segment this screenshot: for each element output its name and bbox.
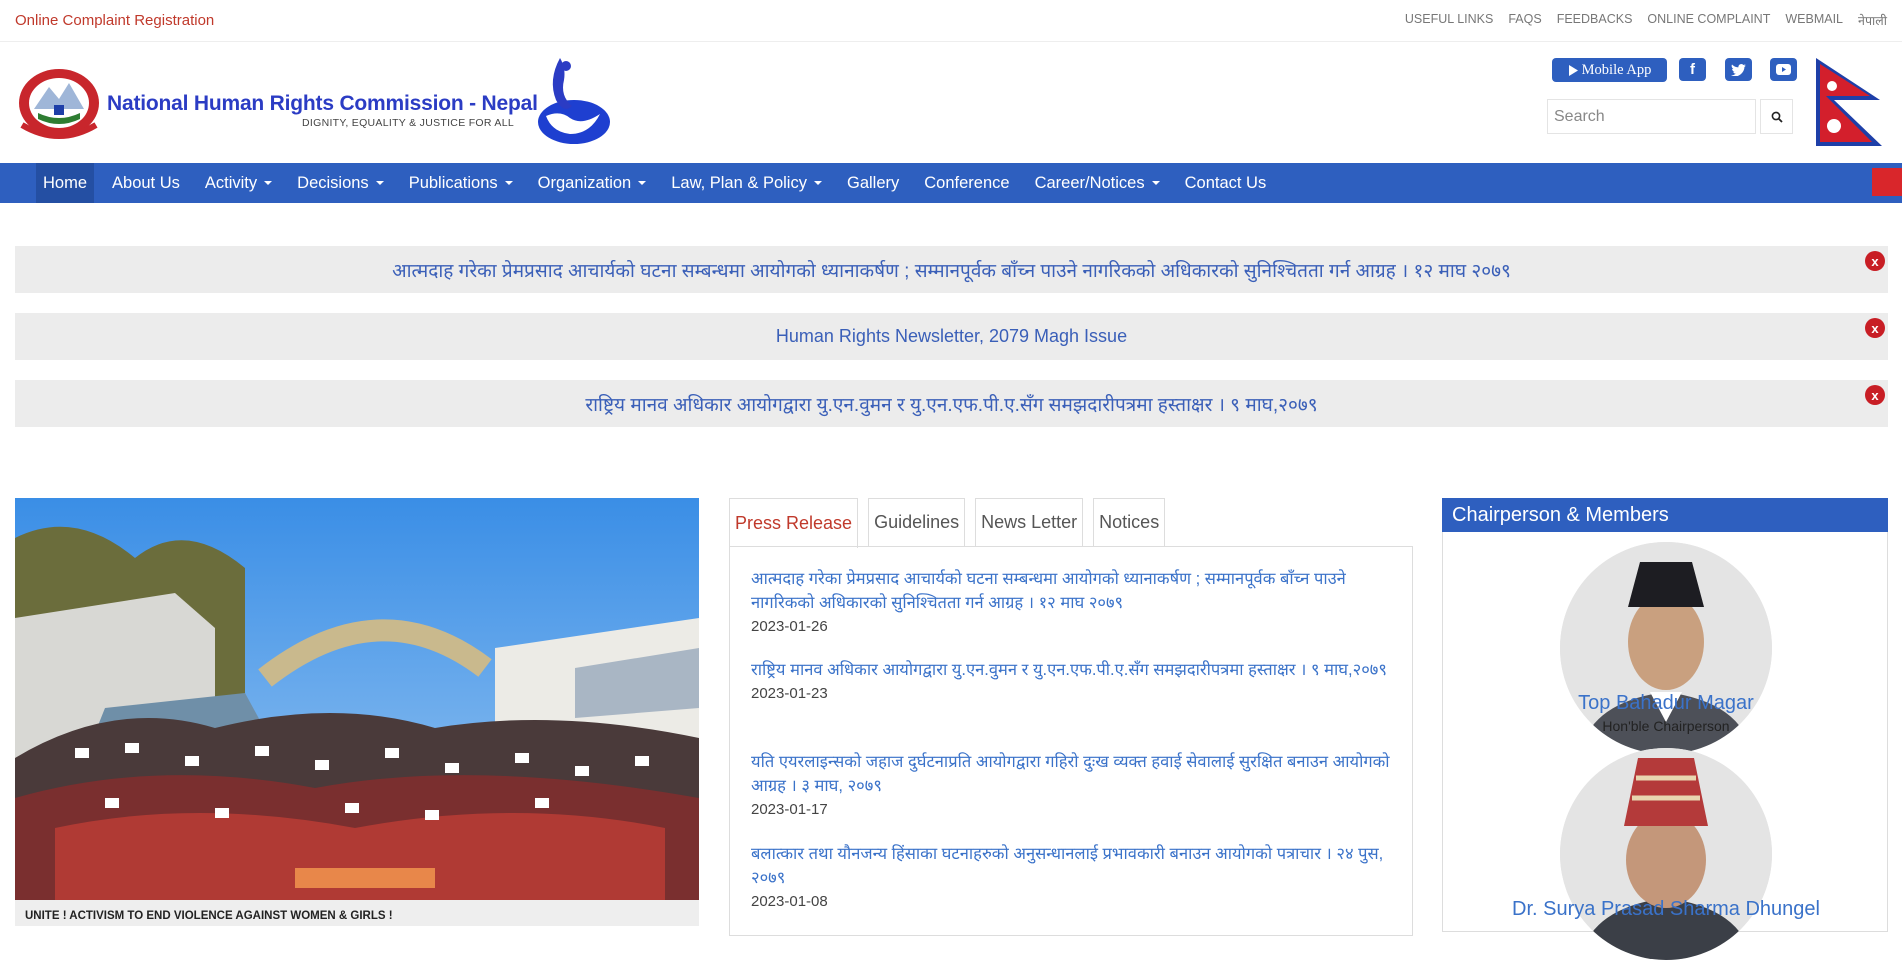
feedbacks-link[interactable]: FEEDBACKS	[1557, 12, 1633, 29]
notice-banner: Human Rights Newsletter, 2079 Magh Issue…	[15, 313, 1888, 360]
tab-notices[interactable]: Notices	[1093, 498, 1166, 546]
top-bar: Online Complaint Registration USEFUL LIN…	[0, 0, 1902, 42]
member-photo[interactable]	[1560, 748, 1772, 960]
nav-law-plan-policy[interactable]: Law, Plan & Policy	[664, 163, 829, 203]
twitter-icon	[1731, 63, 1746, 76]
notice-banner: आत्मदाह गरेका प्रेमप्रसाद आचार्यको घटना …	[15, 246, 1888, 293]
site-title[interactable]: National Human Rights Commission - Nepal	[107, 92, 538, 116]
press-release-date: 2023-01-26	[751, 618, 828, 635]
search-bar	[1547, 99, 1793, 134]
chevron-down-icon	[504, 181, 513, 185]
list-item: बलात्कार तथा यौनजन्य हिंसाका घटनाहरुको अ…	[751, 842, 1391, 910]
chevron-down-icon	[264, 181, 273, 185]
press-release-date: 2023-01-17	[751, 801, 828, 818]
nav-conference-label: Conference	[924, 173, 1010, 192]
search-button[interactable]	[1760, 99, 1793, 134]
nav-law-plan-policy-label: Law, Plan & Policy	[671, 173, 807, 192]
press-release-link[interactable]: आत्मदाह गरेका प्रेमप्रसाद आचार्यको घटना …	[751, 567, 1391, 615]
press-release-link[interactable]: यति एयरलाइन्सको जहाज दुर्घटनाप्रति आयोगद…	[751, 750, 1391, 798]
notice-link[interactable]: आत्मदाह गरेका प्रेमप्रसाद आचार्यको घटना …	[392, 257, 1511, 283]
press-release-date: 2023-01-08	[751, 893, 828, 910]
faqs-link[interactable]: FAQS	[1508, 12, 1541, 29]
nav-decisions-label: Decisions	[297, 173, 369, 192]
facebook-button[interactable]: f	[1679, 58, 1706, 81]
nav-red-tab[interactable]	[1872, 168, 1902, 196]
chevron-down-icon	[638, 181, 647, 185]
online-complaint-link[interactable]: Online Complaint Registration	[15, 12, 214, 29]
twitter-button[interactable]	[1725, 58, 1752, 81]
list-item: राष्ट्रिय मानव अधिकार आयोगद्वारा यु.एन.व…	[751, 658, 1391, 702]
tab-guidelines[interactable]: Guidelines	[868, 498, 966, 546]
useful-links-link[interactable]: USEFUL LINKS	[1405, 12, 1493, 29]
nav-contact-us[interactable]: Contact Us	[1178, 163, 1274, 203]
notice-banner: राष्ट्रिय मानव अधिकार आयोगद्वारा यु.एन.व…	[15, 380, 1888, 427]
nav-contact-us-label: Contact Us	[1184, 173, 1267, 192]
nav-conference[interactable]: Conference	[917, 163, 1016, 203]
nav-activity-label: Activity	[204, 173, 258, 192]
press-release-link[interactable]: राष्ट्रिय मानव अधिकार आयोगद्वारा यु.एन.व…	[751, 658, 1391, 682]
nav-gallery[interactable]: Gallery	[840, 163, 906, 203]
featured-photo[interactable]	[15, 498, 699, 900]
online-complaint-top-link[interactable]: ONLINE COMPLAINT	[1647, 12, 1770, 29]
main-nav: Home About Us Activity Decisions Publica…	[0, 163, 1902, 203]
nepal-flag-icon	[1816, 58, 1882, 146]
nav-home-label: Home	[43, 173, 88, 192]
press-release-panel: आत्मदाह गरेका प्रेमप्रसाद आचार्यको घटना …	[729, 546, 1413, 936]
nav-gallery-label: Gallery	[846, 173, 900, 192]
photo-caption: UNITE ! ACTIVISM TO END VIOLENCE AGAINST…	[15, 900, 699, 926]
members-panel: Top Bahadur Magar Hon'ble Chairperson Dr…	[1442, 532, 1889, 960]
youtube-button[interactable]	[1770, 58, 1797, 81]
nav-about-us-label: About Us	[112, 173, 180, 192]
close-icon[interactable]: x	[1865, 251, 1885, 271]
nav-organization[interactable]: Organization	[531, 163, 654, 203]
chevron-down-icon	[375, 181, 384, 185]
search-input[interactable]	[1547, 99, 1756, 134]
close-icon[interactable]: x	[1865, 318, 1885, 338]
nav-organization-label: Organization	[537, 173, 632, 192]
nav-home[interactable]: Home	[36, 163, 95, 203]
mobile-app-button[interactable]: Mobile App	[1552, 58, 1667, 82]
press-release-link[interactable]: बलात्कार तथा यौनजन्य हिंसाका घटनाहरुको अ…	[751, 842, 1391, 890]
nav-about-us[interactable]: About Us	[105, 163, 187, 203]
play-icon	[1568, 64, 1578, 76]
notice-link[interactable]: Human Rights Newsletter, 2079 Magh Issue	[776, 326, 1127, 347]
nav-publications[interactable]: Publications	[402, 163, 520, 203]
top-links: USEFUL LINKS FAQS FEEDBACKS ONLINE COMPL…	[1405, 12, 1887, 29]
press-release-date: 2023-01-23	[751, 685, 828, 702]
tab-news-letter[interactable]: News Letter	[975, 498, 1084, 546]
nav-publications-label: Publications	[408, 173, 498, 192]
nav-career-notices[interactable]: Career/Notices	[1028, 163, 1167, 203]
notice-link[interactable]: राष्ट्रिय मानव अधिकार आयोगद्वारा यु.एन.व…	[585, 391, 1317, 417]
nav-career-notices-label: Career/Notices	[1034, 173, 1145, 192]
member-name[interactable]: Top Bahadur Magar	[1443, 692, 1889, 715]
nav-decisions[interactable]: Decisions	[290, 163, 391, 203]
list-item: यति एयरलाइन्सको जहाज दुर्घटनाप्रति आयोगद…	[751, 750, 1391, 818]
tab-press-release[interactable]: Press Release	[729, 498, 859, 548]
chevron-down-icon	[1151, 181, 1160, 185]
content-tabs: Press Release Guidelines News Letter Not…	[729, 498, 1166, 548]
nepal-emblem-logo[interactable]	[16, 65, 102, 141]
nav-activity[interactable]: Activity	[198, 163, 279, 203]
member-name[interactable]: Dr. Surya Prasad Sharma Dhungel	[1443, 898, 1889, 921]
search-icon	[1771, 111, 1783, 123]
facebook-icon: f	[1690, 61, 1695, 78]
close-icon[interactable]: x	[1865, 385, 1885, 405]
site-tagline: DIGNITY, EQUALITY & JUSTICE FOR ALL	[302, 117, 514, 129]
webmail-link[interactable]: WEBMAIL	[1785, 12, 1843, 29]
chevron-down-icon	[813, 181, 822, 185]
youtube-icon	[1776, 64, 1791, 75]
nhrc-globe-logo	[538, 58, 610, 144]
language-nepali-link[interactable]: नेपाली	[1858, 12, 1887, 29]
mobile-app-label: Mobile App	[1581, 61, 1652, 78]
list-item: आत्मदाह गरेका प्रेमप्रसाद आचार्यको घटना …	[751, 567, 1391, 635]
member-role: Hon'ble Chairperson	[1602, 718, 1730, 734]
members-heading: Chairperson & Members	[1442, 498, 1888, 532]
